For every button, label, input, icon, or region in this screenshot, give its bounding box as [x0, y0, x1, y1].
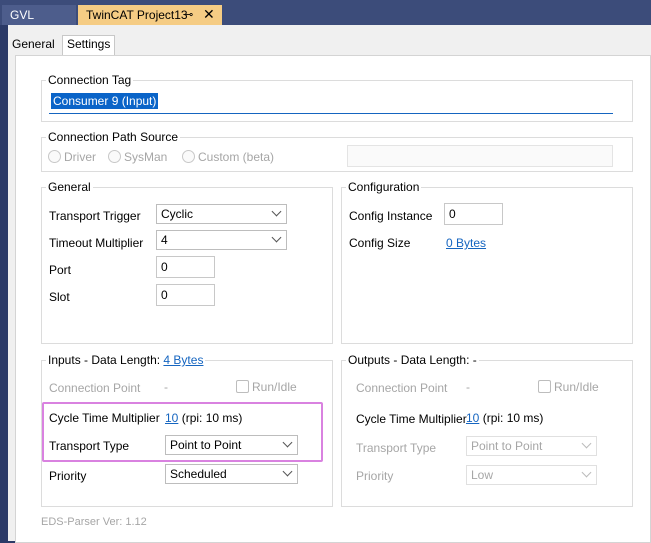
timeout-multiplier-label: Timeout Multiplier — [49, 236, 144, 250]
config-instance-input[interactable]: 0 — [444, 203, 503, 225]
timeout-multiplier-value: 4 — [161, 233, 168, 247]
inputs-connection-point-label: Connection Point — [49, 381, 141, 395]
settings-panel: Connection Tag Consumer 9 (Input) Connec… — [15, 55, 651, 543]
connection-tag-field[interactable]: Consumer 9 (Input) — [49, 91, 613, 114]
inputs-connection-point-value: - — [164, 380, 168, 394]
connection-path-source-group: Connection Path Source Driver SysMan Cus… — [41, 130, 633, 172]
inputs-legend-prefix: Inputs - Data Length: — [48, 353, 161, 367]
custom-path-input[interactable] — [347, 145, 613, 167]
highlight-annotation — [42, 402, 323, 462]
outputs-run-idle-label: Run/Idle — [554, 380, 599, 394]
outputs-group: Outputs - Data Length: - Connection Poin… — [341, 353, 633, 507]
pin-icon[interactable]: ⊸ — [184, 8, 193, 21]
connection-tag-legend: Connection Tag — [46, 73, 134, 87]
outputs-priority-value: Low — [471, 468, 494, 482]
inputs-priority-value: Scheduled — [170, 467, 227, 481]
port-label: Port — [49, 263, 72, 277]
inputs-priority-select[interactable]: Scheduled — [165, 464, 298, 484]
transport-trigger-value: Cyclic — [161, 207, 193, 221]
inputs-run-idle-checkbox[interactable] — [236, 380, 249, 393]
outputs-transport-type-value: Point to Point — [471, 439, 543, 453]
connection-tag-group: Connection Tag Consumer 9 (Input) — [41, 73, 633, 122]
port-value: 0 — [161, 260, 168, 274]
outputs-run-idle-checkbox[interactable] — [538, 380, 551, 393]
tab-settings[interactable]: Settings — [62, 35, 116, 56]
slot-value: 0 — [161, 288, 168, 302]
outputs-priority-select[interactable]: Low — [466, 465, 597, 485]
slot-input[interactable]: 0 — [156, 284, 215, 306]
custom-label: Custom (beta) — [198, 150, 275, 164]
outputs-cycle-time-value: 10 (rpi: 10 ms) — [466, 411, 543, 425]
outputs-connection-point-label: Connection Point — [356, 381, 448, 395]
driver-label: Driver — [64, 150, 96, 164]
sysman-radio[interactable] — [108, 150, 121, 163]
configuration-group: Configuration Config Instance 0 Config S… — [341, 180, 633, 344]
tab-gvl[interactable]: GVL — [2, 5, 76, 25]
general-group: General Transport Trigger Cyclic Timeout… — [41, 180, 333, 344]
transport-trigger-label: Transport Trigger — [49, 209, 141, 223]
outputs-transport-type-select[interactable]: Point to Point — [466, 436, 597, 456]
transport-trigger-select[interactable]: Cyclic — [156, 204, 287, 224]
outputs-cycle-time-label: Cycle Time Multiplier — [356, 412, 467, 426]
config-instance-label: Config Instance — [349, 209, 433, 223]
inputs-legend: Inputs - Data Length: 4 Bytes — [46, 353, 206, 367]
close-icon[interactable]: ✕ — [203, 6, 215, 23]
connection-path-source-legend: Connection Path Source — [46, 130, 181, 144]
config-instance-value: 0 — [449, 207, 456, 221]
inputs-data-length-link[interactable]: 4 Bytes — [163, 353, 203, 367]
chevron-down-icon — [271, 232, 282, 243]
custom-radio[interactable] — [182, 150, 195, 163]
port-input[interactable]: 0 — [156, 256, 215, 278]
outputs-cycle-time-suffix: (rpi: 10 ms) — [482, 411, 544, 425]
general-legend: General — [46, 180, 93, 194]
chevron-down-icon — [271, 206, 282, 217]
editor-content: General Settings Connection Tag Consumer… — [8, 25, 651, 543]
tab-gvl-label: GVL — [10, 8, 35, 22]
tab-general[interactable]: General — [12, 37, 55, 51]
slot-label: Slot — [49, 290, 70, 304]
outputs-priority-label: Priority — [356, 469, 394, 483]
document-tab-strip: GVL TwinCAT Project13 ⊸ ✕ — [0, 0, 651, 25]
eds-parser-version: EDS-Parser Ver: 1.12 — [41, 516, 147, 528]
chevron-down-icon — [581, 438, 592, 449]
tab-twincat-project-label: TwinCAT Project13 — [86, 8, 188, 22]
outputs-transport-type-label: Transport Type — [356, 441, 437, 455]
inputs-priority-label: Priority — [49, 469, 87, 483]
chevron-down-icon — [282, 466, 293, 477]
outputs-legend: Outputs - Data Length: - — [346, 353, 479, 367]
sysman-label: SysMan — [124, 150, 168, 164]
connection-tag-value: Consumer 9 (Input) — [51, 93, 159, 109]
timeout-multiplier-select[interactable]: 4 — [156, 230, 287, 250]
outputs-connection-point-value: - — [466, 380, 470, 394]
config-size-link[interactable]: 0 Bytes — [446, 236, 486, 250]
tab-twincat-project[interactable]: TwinCAT Project13 ⊸ ✕ — [78, 5, 222, 25]
outputs-cycle-time-link[interactable]: 10 — [466, 411, 479, 425]
inputs-run-idle-label: Run/Idle — [252, 380, 297, 394]
driver-radio[interactable] — [48, 150, 61, 163]
chevron-down-icon — [581, 467, 592, 478]
configuration-legend: Configuration — [346, 180, 422, 194]
config-size-label: Config Size — [349, 236, 411, 250]
